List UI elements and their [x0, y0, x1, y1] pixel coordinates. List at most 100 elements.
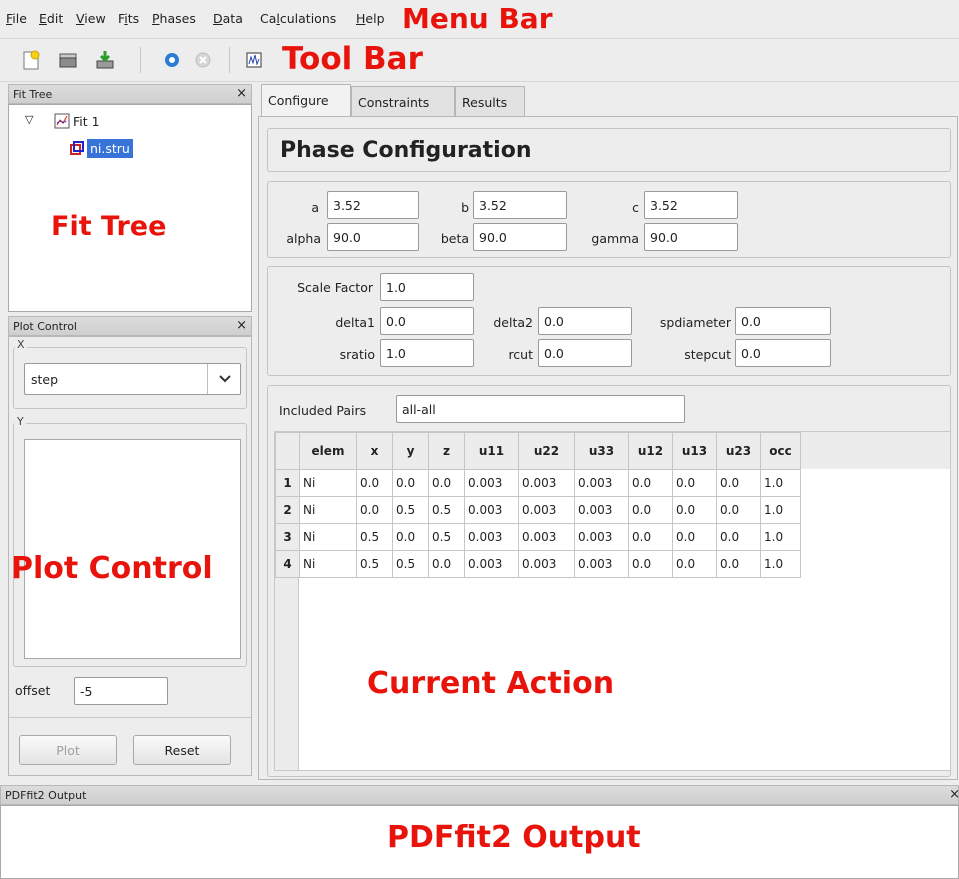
table-cell[interactable]: Ni — [299, 496, 357, 524]
menu-edit[interactable]: Edit — [39, 11, 63, 26]
table-cell[interactable]: 1.0 — [760, 523, 801, 551]
menu-file[interactable]: File — [6, 11, 27, 26]
table-cell[interactable]: 0.0 — [672, 550, 717, 578]
table-cell[interactable]: 0.003 — [464, 523, 519, 551]
table-cell[interactable]: 0.0 — [716, 523, 761, 551]
table-cell[interactable]: 0.0 — [672, 523, 717, 551]
table-cell[interactable]: 0.003 — [574, 523, 629, 551]
save-project-icon[interactable] — [94, 49, 116, 71]
table-cell[interactable]: 0.003 — [464, 496, 519, 524]
tab-results[interactable]: Results — [455, 86, 525, 116]
column-header[interactable]: y — [392, 432, 429, 470]
column-header[interactable]: z — [428, 432, 465, 470]
table-cell[interactable]: 0.0 — [672, 496, 717, 524]
table-cell[interactable]: 0.5 — [392, 550, 429, 578]
table-cell[interactable]: 1.0 — [760, 496, 801, 524]
menu-phases[interactable]: Phases — [152, 11, 196, 26]
row-header[interactable]: 3 — [275, 523, 300, 551]
table-cell[interactable]: 0.0 — [628, 469, 673, 497]
tab-configure[interactable]: Configure — [261, 84, 351, 117]
menu-calculations[interactable]: Calculations — [260, 11, 336, 26]
tab-constraints[interactable]: Constraints — [351, 86, 455, 116]
table-cell[interactable]: 0.5 — [428, 496, 465, 524]
table-cell[interactable]: 0.0 — [428, 469, 465, 497]
spdiameter-input[interactable]: 0.0 — [735, 307, 831, 335]
delta2-input[interactable]: 0.0 — [538, 307, 632, 335]
table-cell[interactable]: 0.003 — [574, 496, 629, 524]
table-cell[interactable]: 0.0 — [356, 469, 393, 497]
c-input[interactable]: 3.52 — [644, 191, 738, 219]
column-header[interactable]: occ — [760, 432, 801, 470]
menu-fits[interactable]: Fits — [118, 11, 139, 26]
table-cell[interactable]: 0.003 — [518, 469, 575, 497]
plot-button[interactable]: Plot — [19, 735, 117, 765]
table-cell[interactable]: Ni — [299, 550, 357, 578]
table-cell[interactable]: 0.0 — [428, 550, 465, 578]
column-header[interactable]: u12 — [628, 432, 673, 470]
rcut-input[interactable]: 0.0 — [538, 339, 632, 367]
stepcut-input[interactable]: 0.0 — [735, 339, 831, 367]
table-cell[interactable]: 0.5 — [356, 523, 393, 551]
x-select[interactable]: step — [24, 363, 241, 395]
alpha-input[interactable]: 90.0 — [327, 223, 419, 251]
table-cell[interactable]: 0.0 — [716, 550, 761, 578]
output-close-button[interactable]: × — [949, 787, 959, 802]
open-project-icon[interactable] — [57, 49, 79, 71]
table-cell[interactable]: 0.003 — [574, 550, 629, 578]
column-header[interactable]: u23 — [716, 432, 761, 470]
sratio-input[interactable]: 1.0 — [380, 339, 474, 367]
table-cell[interactable]: 1.0 — [760, 550, 801, 578]
table-cell[interactable]: 0.5 — [428, 523, 465, 551]
gamma-input[interactable]: 90.0 — [644, 223, 738, 251]
collapse-arrow-icon[interactable]: ▽ — [25, 113, 33, 126]
b-input[interactable]: 3.52 — [473, 191, 567, 219]
table-cell[interactable]: 0.003 — [464, 550, 519, 578]
table-cell[interactable]: 0.0 — [392, 469, 429, 497]
column-header[interactable]: u33 — [574, 432, 629, 470]
row-header[interactable]: 2 — [275, 496, 300, 524]
table-cell[interactable]: 0.003 — [518, 523, 575, 551]
menu-view[interactable]: View — [76, 11, 106, 26]
table-cell[interactable]: 0.0 — [628, 523, 673, 551]
column-header[interactable]: u13 — [672, 432, 717, 470]
row-header[interactable]: 4 — [275, 550, 300, 578]
column-header[interactable]: x — [356, 432, 393, 470]
table-cell[interactable]: 0.5 — [356, 550, 393, 578]
column-header[interactable]: u22 — [518, 432, 575, 470]
table-cell[interactable]: 0.003 — [518, 550, 575, 578]
tree-item-ni-stru[interactable]: ni.stru — [87, 139, 133, 158]
table-cell[interactable]: 0.0 — [716, 496, 761, 524]
table-cell[interactable]: 0.0 — [392, 523, 429, 551]
table-cell[interactable]: 0.003 — [464, 469, 519, 497]
delta1-input[interactable]: 0.0 — [380, 307, 474, 335]
menu-data[interactable]: Data — [213, 11, 243, 26]
chevron-down-icon[interactable] — [218, 374, 232, 384]
table-cell[interactable]: 0.0 — [628, 496, 673, 524]
included-pairs-input[interactable]: all-all — [396, 395, 685, 423]
row-header[interactable]: 1 — [275, 469, 300, 497]
reset-button[interactable]: Reset — [133, 735, 231, 765]
table-cell[interactable]: 0.0 — [628, 550, 673, 578]
plot-icon[interactable] — [243, 49, 265, 71]
tree-item-fit-1[interactable]: Fit 1 — [73, 114, 100, 129]
table-cell[interactable]: 0.5 — [392, 496, 429, 524]
table-cell[interactable]: 0.003 — [518, 496, 575, 524]
menu-help[interactable]: Help — [356, 11, 385, 26]
column-header[interactable]: elem — [299, 432, 357, 470]
plot-control-close-button[interactable]: × — [236, 318, 247, 333]
table-cell[interactable]: Ni — [299, 523, 357, 551]
table-cell[interactable]: 0.0 — [716, 469, 761, 497]
table-cell[interactable]: 0.0 — [672, 469, 717, 497]
beta-input[interactable]: 90.0 — [473, 223, 567, 251]
column-header[interactable]: u11 — [464, 432, 519, 470]
new-project-icon[interactable] — [20, 49, 42, 71]
table-cell[interactable]: 0.003 — [574, 469, 629, 497]
fit-tree-close-button[interactable]: × — [236, 86, 247, 101]
a-input[interactable]: 3.52 — [327, 191, 419, 219]
scale-factor-input[interactable]: 1.0 — [380, 273, 474, 301]
table-cell[interactable]: 0.0 — [356, 496, 393, 524]
offset-input[interactable]: -5 — [74, 677, 168, 705]
table-cell[interactable]: 1.0 — [760, 469, 801, 497]
run-fit-icon[interactable] — [161, 49, 183, 71]
table-cell[interactable]: Ni — [299, 469, 357, 497]
